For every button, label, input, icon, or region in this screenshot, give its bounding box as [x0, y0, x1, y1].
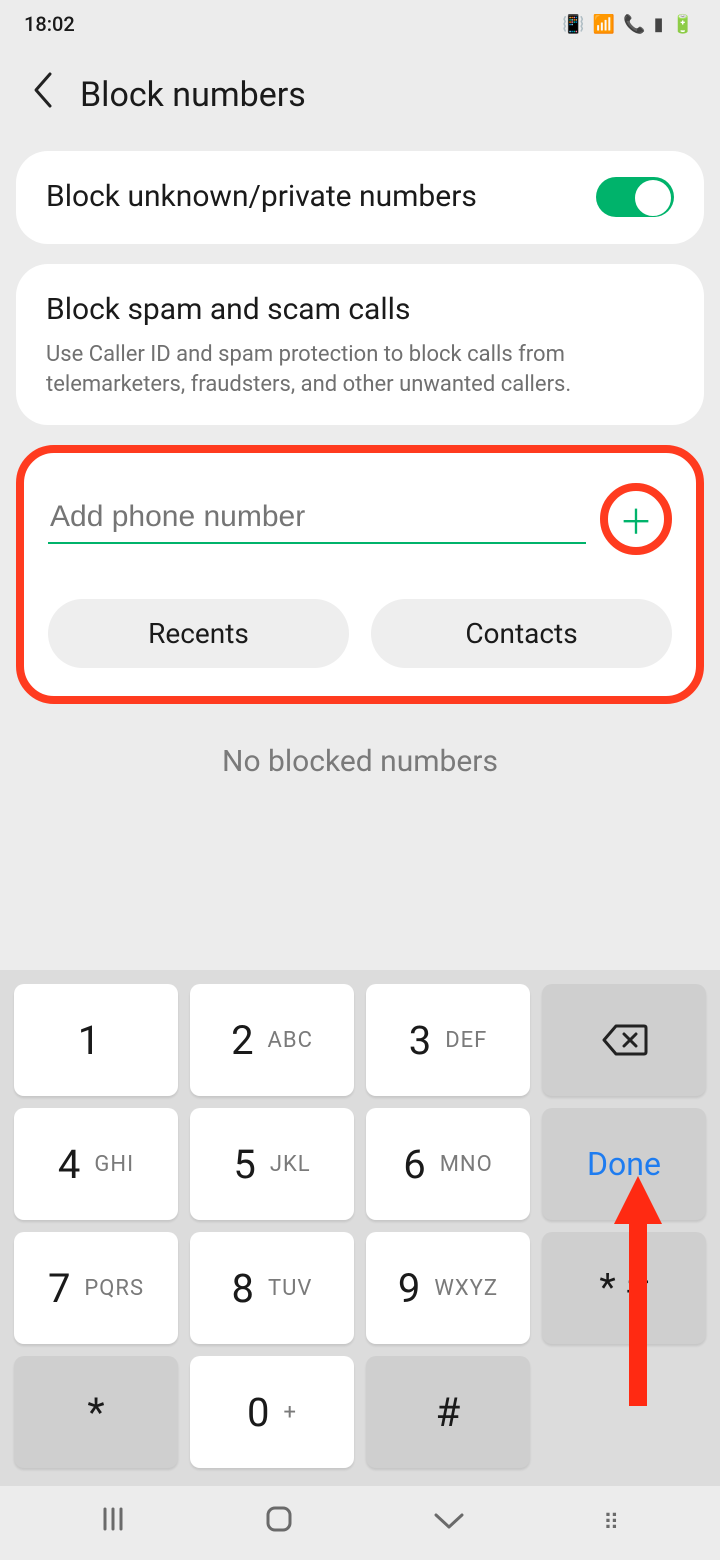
key-symbol[interactable]: * #	[542, 1232, 706, 1344]
chevron-left-icon	[30, 70, 54, 110]
block-unknown-toggle[interactable]	[596, 177, 674, 217]
key-9[interactable]: 9WXYZ	[366, 1232, 530, 1344]
wifi-icon: 📶	[593, 14, 617, 35]
three-lines-icon	[99, 1505, 127, 1533]
block-spam-title: Block spam and scam calls	[46, 290, 526, 331]
recents-button[interactable]: Recents	[48, 599, 349, 668]
key-4[interactable]: 4GHI	[14, 1108, 178, 1220]
key-6[interactable]: 6MNO	[366, 1108, 530, 1220]
key-7[interactable]: 7PQRS	[14, 1232, 178, 1344]
signal-icon: ▮	[654, 14, 666, 35]
block-spam-card[interactable]: Block spam and scam calls Use Caller ID …	[16, 264, 704, 426]
key-2[interactable]: 2ABC	[190, 984, 354, 1096]
key-backspace[interactable]	[542, 984, 706, 1096]
key-star[interactable]: *	[14, 1356, 178, 1468]
empty-message: No blocked numbers	[0, 744, 720, 779]
backspace-icon	[600, 1016, 648, 1064]
phone-number-input[interactable]	[48, 494, 586, 544]
contacts-button[interactable]: Contacts	[371, 599, 672, 668]
key-0[interactable]: 0+	[190, 1356, 354, 1468]
volte-icon: 📞	[623, 14, 647, 35]
square-icon	[264, 1504, 294, 1534]
nav-home-icon[interactable]	[264, 1504, 294, 1542]
add-button[interactable]: ＋	[600, 483, 672, 555]
nav-bar: ⠿	[0, 1486, 720, 1560]
nav-back-icon[interactable]	[432, 1506, 466, 1541]
status-icons: 📳 📶 📞 ▮ 🔋	[562, 14, 696, 35]
back-button[interactable]	[20, 70, 54, 119]
status-bar: 18:02 📳 📶 📞 ▮ 🔋	[0, 0, 720, 48]
block-unknown-title: Block unknown/private numbers	[46, 177, 477, 218]
star-hash-icon: * #	[599, 1266, 648, 1310]
dial-keypad: 1 2ABC 3DEF 4GHI 5JKL 6MNO Done 7PQRS 8T…	[0, 970, 720, 1486]
nav-keyboard-icon[interactable]: ⠿	[603, 1511, 621, 1536]
header: Block numbers	[0, 48, 720, 151]
plus-icon: ＋	[619, 495, 653, 544]
key-5[interactable]: 5JKL	[190, 1108, 354, 1220]
key-1[interactable]: 1	[14, 984, 178, 1096]
page-title: Block numbers	[80, 75, 306, 115]
key-8[interactable]: 8TUV	[190, 1232, 354, 1344]
status-time: 18:02	[24, 12, 75, 36]
add-section-highlight: ＋ Recents Contacts	[16, 445, 704, 704]
key-hash[interactable]: #	[366, 1356, 530, 1468]
battery-icon: 🔋	[672, 14, 696, 35]
key-3[interactable]: 3DEF	[366, 984, 530, 1096]
vibrate-icon: 📳	[562, 14, 586, 35]
key-done[interactable]: Done	[542, 1108, 706, 1220]
chevron-down-icon	[432, 1511, 466, 1533]
nav-recents-icon[interactable]	[99, 1505, 127, 1541]
block-unknown-card[interactable]: Block unknown/private numbers	[16, 151, 704, 244]
block-spam-desc: Use Caller ID and spam protection to blo…	[46, 340, 674, 399]
